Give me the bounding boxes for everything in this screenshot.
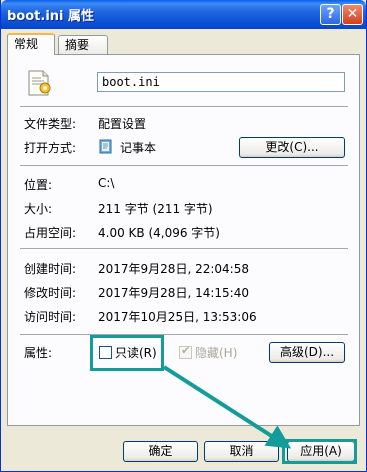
hidden-label: 隐藏(H) <box>195 346 238 360</box>
help-button[interactable]: ? <box>320 4 341 25</box>
apply-highlight-box <box>282 439 357 464</box>
size-on-disk-label: 占用空间: <box>24 226 77 240</box>
file-type-value: 配置设置 <box>98 117 147 131</box>
modified-label: 修改时间: <box>24 286 77 300</box>
divider <box>20 334 348 335</box>
opens-with-value: 记事本 <box>120 141 157 155</box>
properties-dialog: boot.ini 属性 ? ✕ 常规 摘要 boot.ini 文件类型: 配置设… <box>0 0 367 472</box>
divider <box>20 248 348 249</box>
hidden-checkbox: ✔ <box>179 344 192 359</box>
check-mark-icon: ✔ <box>181 344 191 357</box>
location-label: 位置: <box>24 178 53 192</box>
ok-button[interactable]: 确定 <box>123 441 198 462</box>
ini-file-icon <box>28 70 51 96</box>
file-name-field[interactable]: boot.ini <box>97 72 345 92</box>
notepad-icon <box>99 139 112 154</box>
location-value: C:\ <box>98 176 115 190</box>
size-label: 大小: <box>24 202 53 216</box>
modified-value: 2017年9月28日, 14:15:40 <box>98 286 249 300</box>
cancel-button[interactable]: 取消 <box>204 441 279 462</box>
accessed-value: 2017年10月25日, 13:53:06 <box>98 310 257 324</box>
change-button[interactable]: 更改(C)... <box>239 137 345 158</box>
advanced-button[interactable]: 高级(D)... <box>269 342 345 363</box>
general-panel: boot.ini 文件类型: 配置设置 打开方式: 记事本 更改(C)... 位… <box>7 54 360 426</box>
size-value: 211 字节 (211 字节) <box>98 202 213 216</box>
divider <box>20 165 348 166</box>
tab-summary[interactable]: 摘要 <box>58 35 108 54</box>
close-button[interactable]: ✕ <box>342 4 363 25</box>
window-title: boot.ini 属性 <box>7 9 95 24</box>
tab-general[interactable]: 常规 <box>7 33 55 55</box>
file-type-label: 文件类型: <box>24 117 77 131</box>
size-on-disk-value: 4.00 KB (4,096 字节) <box>98 226 220 240</box>
created-label: 创建时间: <box>24 262 77 276</box>
created-value: 2017年9月28日, 22:04:58 <box>98 262 249 276</box>
title-bar[interactable]: boot.ini 属性 ? ✕ <box>1 0 366 29</box>
readonly-highlight-box <box>90 335 164 371</box>
accessed-label: 访问时间: <box>24 310 77 324</box>
opens-with-label: 打开方式: <box>24 141 77 155</box>
divider <box>20 106 348 107</box>
attributes-label: 属性: <box>24 346 53 360</box>
